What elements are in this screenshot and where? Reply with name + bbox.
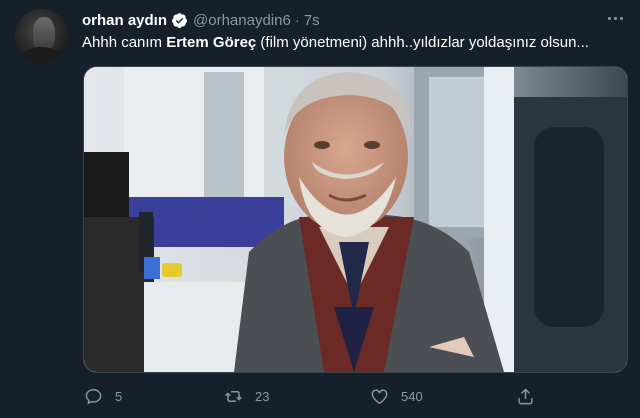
more-options-icon[interactable]	[603, 8, 627, 28]
tweet-text-end: (film yönetmeni) ahhh..yıldızlar yoldaşı…	[256, 34, 589, 51]
like-action[interactable]: 540	[370, 382, 423, 410]
tweet-text-bold-name: Ertem Göreç	[166, 34, 257, 51]
separator-dot: ·	[294, 11, 300, 29]
reply-action[interactable]: 5	[84, 382, 122, 410]
share-icon	[518, 387, 533, 404]
retweet-icon	[225, 390, 242, 402]
author-name[interactable]: orhan aydın	[82, 12, 167, 29]
tweet-timestamp[interactable]: 7s	[304, 12, 320, 29]
tweet-photo[interactable]	[83, 66, 628, 373]
avatar-shoulder	[19, 47, 65, 63]
author-avatar[interactable]	[15, 9, 69, 63]
retweet-action[interactable]: 23	[224, 382, 269, 410]
reply-count: 5	[115, 388, 123, 404]
like-count: 540	[401, 388, 423, 404]
verified-badge-icon	[172, 12, 187, 28]
heart-icon	[371, 388, 388, 404]
author-handle[interactable]: @orhanaydin6	[193, 12, 291, 29]
reply-icon	[85, 388, 102, 404]
more-dot	[613, 16, 617, 20]
photo-portrait-image	[84, 67, 627, 372]
more-dot	[607, 16, 611, 20]
retweet-count: 23	[255, 388, 270, 404]
tweet-header: orhan aydın @orhanaydin6 · 7s	[82, 10, 320, 30]
avatar-face	[33, 17, 55, 51]
tweet-text-start: Ahhh canım	[82, 34, 167, 51]
tweet-text: Ahhh canım Ertem Göreç (film yönetmeni) …	[82, 34, 589, 51]
share-action[interactable]	[516, 382, 535, 410]
more-dot	[619, 16, 623, 20]
